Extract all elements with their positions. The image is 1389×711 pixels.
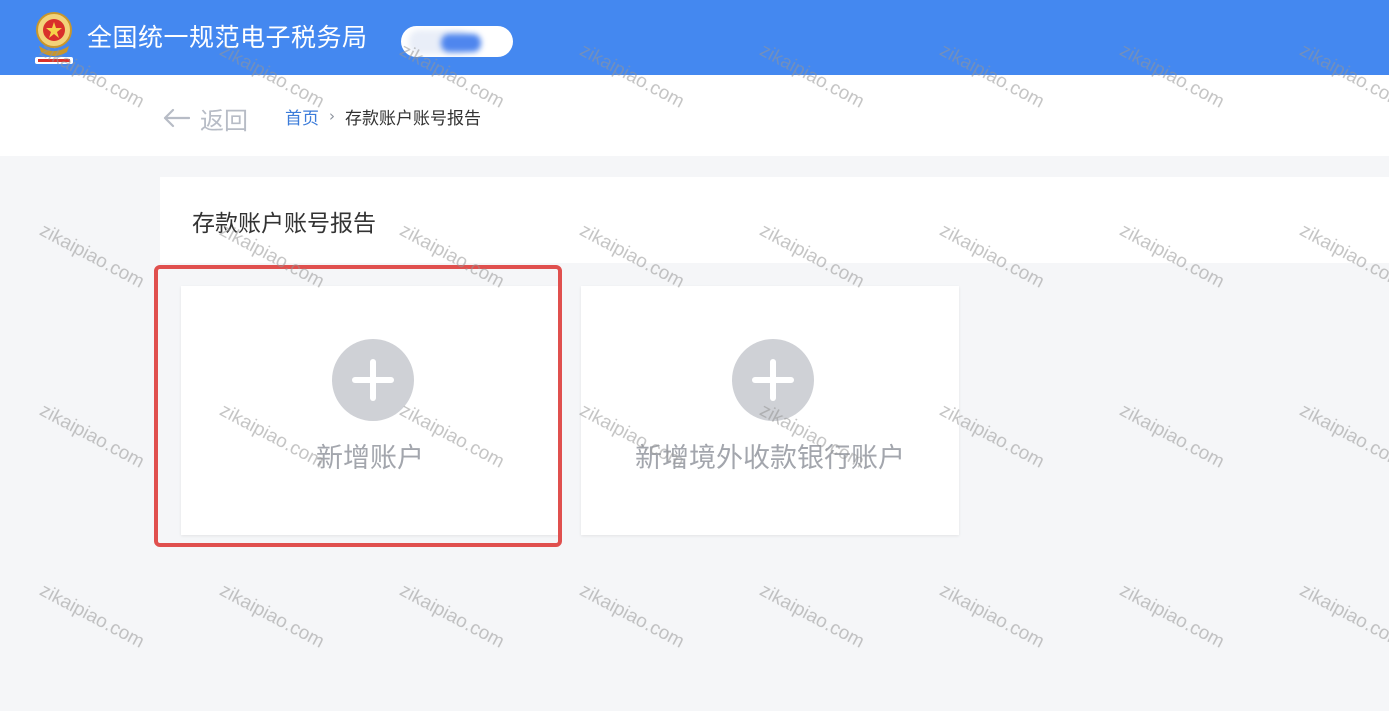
tile-label: 新增账户 <box>316 443 424 474</box>
add-account-tile[interactable]: 新增账户 <box>181 286 559 535</box>
region-selector[interactable] <box>401 26 513 57</box>
watermark-text: zikaipiao.com <box>1296 400 1389 473</box>
watermark-text: zikaipiao.com <box>216 580 328 653</box>
breadcrumb: 首页 › 存款账户账号报告 <box>285 103 481 129</box>
arrow-left-icon <box>163 108 190 128</box>
add-overseas-bank-account-tile[interactable]: 新增境外收款银行账户 <box>581 286 959 535</box>
watermark-text: zikaipiao.com <box>36 220 148 293</box>
breadcrumb-separator: › <box>329 107 335 125</box>
watermark-text: zikaipiao.com <box>1116 580 1228 653</box>
watermark-text: zikaipiao.com <box>576 580 688 653</box>
plus-circle-icon <box>732 339 814 421</box>
breadcrumb-current: 存款账户账号报告 <box>345 108 481 129</box>
watermark-text: zikaipiao.com <box>1116 400 1228 473</box>
tax-emblem-icon <box>35 12 73 64</box>
back-label: 返回 <box>200 106 248 135</box>
watermark-text: zikaipiao.com <box>756 580 868 653</box>
watermark-text: zikaipiao.com <box>1296 580 1389 653</box>
breadcrumb-home-link[interactable]: 首页 <box>285 104 319 129</box>
tile-label: 新增境外收款银行账户 <box>635 443 905 474</box>
watermark-text: zikaipiao.com <box>36 400 148 473</box>
watermark-text: zikaipiao.com <box>396 580 508 653</box>
plus-circle-icon <box>332 339 414 421</box>
watermark-text: zikaipiao.com <box>36 580 148 653</box>
top-header-bar: 全国统一规范电子税务局 <box>0 0 1389 75</box>
back-button[interactable]: 返回 <box>162 101 248 135</box>
watermark-text: zikaipiao.com <box>936 580 1048 653</box>
blurred-region-badge <box>441 34 481 52</box>
page-title: 存款账户账号报告 <box>192 211 376 237</box>
app-title: 全国统一规范电子税务局 <box>87 23 368 52</box>
